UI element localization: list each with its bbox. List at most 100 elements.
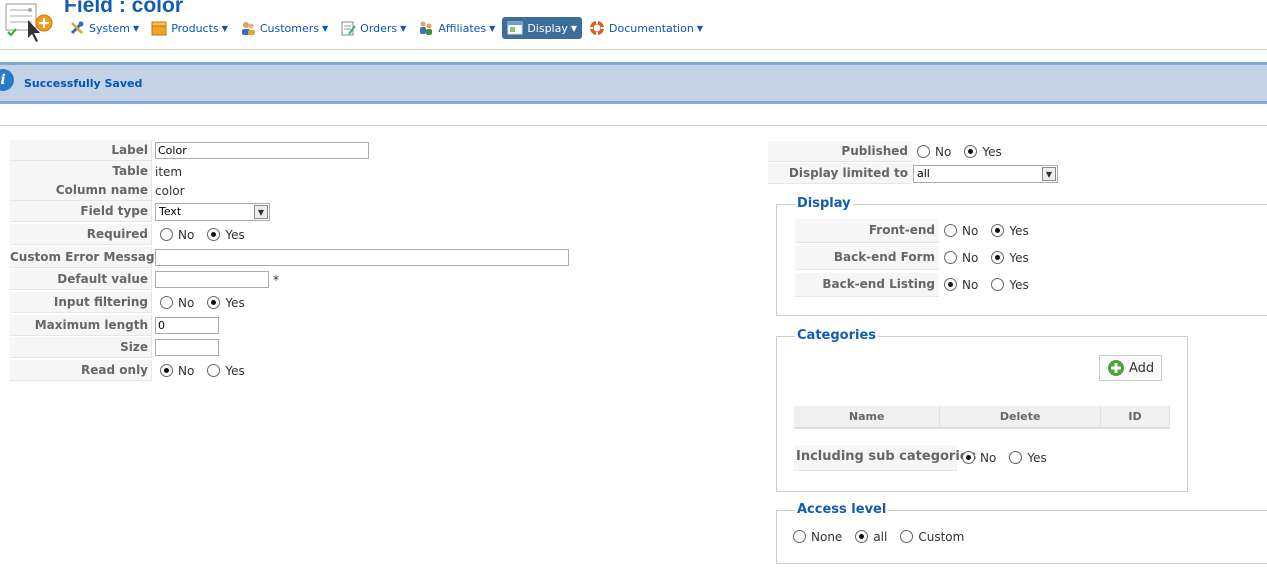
column-header-delete[interactable]: Delete: [939, 406, 1102, 429]
label-input[interactable]: [155, 142, 369, 159]
field-type-value: Text: [159, 205, 182, 218]
menu-orders[interactable]: Orders ▼: [335, 17, 411, 39]
menu-system[interactable]: System ▼: [64, 17, 144, 39]
field-type-label: Field type: [10, 201, 152, 222]
system-message: i Successfully Saved: [0, 62, 1267, 104]
required-yes-label: Yes: [225, 227, 245, 242]
include-sub-no-radio[interactable]: [962, 451, 975, 464]
frontend-no-label: No: [962, 223, 979, 238]
display-limited-select[interactable]: all ▼: [913, 164, 1058, 183]
input-filtering-yes-radio[interactable]: [207, 296, 221, 309]
access-all-label: all: [873, 529, 888, 544]
menu-products-label: Products: [171, 21, 219, 35]
chevron-down-icon: ▼: [570, 23, 578, 33]
column-name-value: color: [155, 183, 185, 198]
row-include-sub: Including sub categories No Yes: [794, 444, 1055, 471]
chevron-down-icon: ▼: [1042, 166, 1056, 181]
menu-affiliates[interactable]: Affiliates ▼: [413, 17, 500, 39]
custom-error-input[interactable]: [155, 249, 569, 266]
include-sub-no-label: No: [980, 450, 997, 465]
row-required: Required No Yes: [10, 224, 610, 245]
products-icon: [151, 21, 167, 36]
row-column-name: Column name color: [10, 180, 610, 201]
published-yes-radio[interactable]: [964, 145, 978, 158]
required-label: Required: [10, 224, 152, 245]
menu-customers[interactable]: Customers ▼: [235, 17, 333, 39]
display-limited-value: all: [917, 167, 930, 180]
menu-documentation-label: Documentation: [609, 21, 694, 35]
required-no-radio[interactable]: [160, 228, 173, 241]
menu-affiliates-label: Affiliates: [438, 21, 487, 35]
divider: [0, 125, 1267, 126]
row-custom-error: Custom Error Message: [10, 247, 610, 268]
default-value-label: Default value: [10, 269, 152, 290]
backend-form-yes-radio[interactable]: [991, 251, 1005, 264]
row-frontend: Front-end No Yes: [795, 218, 1037, 243]
input-filtering-no-radio[interactable]: [160, 296, 173, 309]
chevron-down-icon: ▼: [696, 23, 703, 33]
backend-listing-yes-radio[interactable]: [991, 278, 1005, 291]
row-input-filtering: Input filtering No Yes: [10, 292, 610, 313]
categories-legend: Categories: [795, 328, 879, 343]
info-icon: i: [0, 69, 14, 91]
backend-form-no-radio[interactable]: [944, 251, 957, 264]
backend-listing-no-radio[interactable]: [944, 278, 957, 291]
column-header-id[interactable]: ID: [1100, 406, 1170, 429]
row-default-value: Default value *: [10, 269, 610, 290]
chevron-down-icon: ▼: [133, 23, 140, 33]
max-length-input[interactable]: [155, 317, 219, 334]
read-only-no-label: No: [178, 363, 195, 378]
display-limited-label: Display limited to: [768, 163, 912, 184]
menu-customers-label: Customers: [259, 21, 320, 35]
frontend-no-radio[interactable]: [944, 224, 957, 237]
backend-listing-label: Back-end Listing: [795, 272, 939, 297]
include-sub-yes-radio[interactable]: [1009, 451, 1023, 464]
size-input[interactable]: [155, 339, 219, 356]
backend-listing-yes-label: Yes: [1009, 277, 1029, 292]
tools-icon: [70, 21, 84, 35]
read-only-no-radio[interactable]: [160, 364, 173, 377]
row-display-limited: Display limited to all ▼: [768, 163, 1058, 184]
categories-table: Name Delete ID: [794, 406, 1170, 429]
row-field-type: Field type Text ▼: [10, 201, 610, 222]
menu-display[interactable]: Display ▼: [502, 17, 583, 39]
size-label: Size: [10, 337, 152, 358]
published-yes-label: Yes: [982, 144, 1002, 159]
frontend-yes-radio[interactable]: [991, 224, 1005, 237]
field-manager-logo-icon: [5, 3, 53, 42]
table-field-label: Table: [10, 161, 152, 182]
row-access-level: None all Custom: [788, 526, 972, 547]
row-published: Published No Yes: [768, 141, 1010, 162]
input-filtering-label: Input filtering: [10, 292, 152, 313]
menu-documentation[interactable]: Documentation ▼: [584, 17, 708, 39]
add-category-button[interactable]: Add: [1099, 355, 1163, 381]
published-no-radio[interactable]: [917, 145, 930, 158]
message-text: Successfully Saved: [24, 77, 143, 90]
header: Field : color System ▼ Products ▼ Customer…: [0, 0, 1267, 50]
orders-icon: [341, 21, 356, 36]
label-field-label: Label: [10, 140, 152, 161]
required-no-label: No: [178, 227, 195, 242]
access-none-radio[interactable]: [793, 530, 806, 543]
include-sub-yes-label: Yes: [1027, 450, 1047, 465]
required-yes-radio[interactable]: [207, 228, 221, 241]
add-button-label: Add: [1129, 360, 1155, 376]
display-legend: Display: [795, 196, 853, 211]
row-read-only: Read only No Yes: [10, 360, 610, 381]
access-custom-radio[interactable]: [900, 530, 914, 543]
published-label: Published: [768, 141, 912, 162]
read-only-yes-radio[interactable]: [207, 364, 221, 377]
add-icon: [1108, 360, 1124, 376]
menu-products[interactable]: Products ▼: [146, 17, 233, 39]
include-sub-label: Including sub categories: [794, 444, 976, 471]
affiliates-icon: [420, 21, 433, 35]
access-all-radio[interactable]: [855, 530, 869, 543]
page-title: Field : color: [64, 0, 184, 17]
default-value-mark: *: [273, 272, 279, 287]
row-backend-listing: Back-end Listing No Yes: [795, 272, 1037, 297]
default-value-input[interactable]: [155, 271, 269, 288]
access-custom-label: Custom: [918, 529, 965, 544]
chevron-down-icon: ▼: [221, 23, 228, 33]
column-header-name[interactable]: Name: [794, 406, 941, 429]
field-type-select[interactable]: Text ▼: [155, 202, 270, 221]
